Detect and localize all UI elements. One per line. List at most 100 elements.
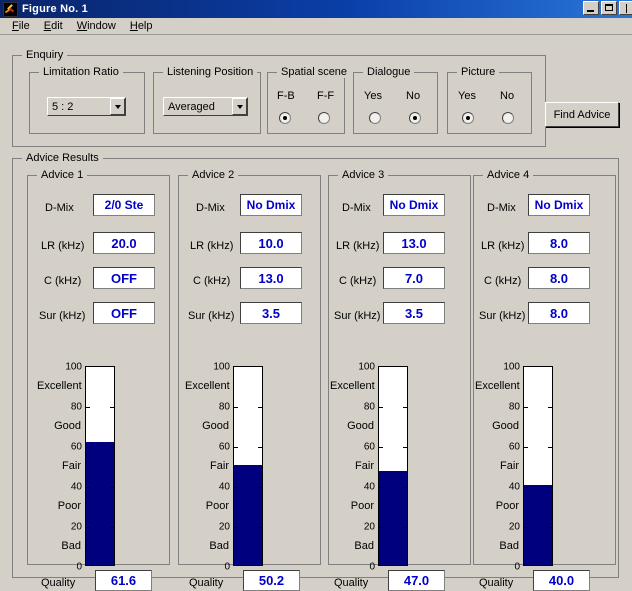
- quality-gauge-ytick-label: 20: [341, 522, 379, 533]
- advice-1-sur-value: OFF: [111, 306, 137, 321]
- quality-gauge-tick: [234, 447, 238, 448]
- window-controls: [583, 1, 632, 15]
- advice-4-lr-value: 8.0: [550, 236, 568, 251]
- enquiry-group-label: Enquiry: [22, 49, 67, 61]
- advice-2-sur-field[interactable]: 3.5: [240, 302, 302, 324]
- dialogue-radio-no[interactable]: [409, 112, 421, 124]
- advice-1-sur-field[interactable]: OFF: [93, 302, 155, 324]
- quality-gauge-bar: [524, 485, 552, 565]
- dialogue-label: Dialogue: [363, 66, 414, 78]
- advice-3-quality-value: 47.0: [404, 573, 429, 588]
- spatial-scene-group: Spatial scene: [267, 72, 345, 134]
- chevron-down-icon[interactable]: [110, 98, 125, 115]
- quality-gauge-bar: [234, 465, 262, 565]
- advice-3-lr-value: 13.0: [401, 236, 426, 251]
- advice-2-quality-field[interactable]: 50.2: [243, 570, 300, 591]
- advice-1-c-field[interactable]: OFF: [93, 267, 155, 289]
- advice-panel-2-label: Advice 2: [188, 169, 238, 181]
- limitation-ratio-dropdown[interactable]: 5 : 2: [47, 97, 126, 116]
- advice-4-sur-field[interactable]: 8.0: [528, 302, 590, 324]
- advice-3-c-field[interactable]: 7.0: [383, 267, 445, 289]
- advice-4-c-field[interactable]: 8.0: [528, 267, 590, 289]
- quality-gauge-tick: [524, 407, 528, 408]
- chevron-down-icon[interactable]: [232, 98, 247, 115]
- picture-radio-no[interactable]: [502, 112, 514, 124]
- menu-edit[interactable]: Edit: [37, 19, 70, 33]
- advice-2-c-field[interactable]: 13.0: [240, 267, 302, 289]
- advice-2-quality-value: 50.2: [259, 573, 284, 588]
- menu-bar: File Edit Window Help: [0, 18, 632, 35]
- menu-file[interactable]: File: [5, 19, 37, 33]
- quality-band-label: Fair: [185, 460, 229, 472]
- quality-gauge-tick: [110, 527, 114, 528]
- quality-gauge-tick: [379, 407, 383, 408]
- quality-gauge-ytick-label: 20: [196, 522, 234, 533]
- quality-gauge-tick: [403, 407, 407, 408]
- advice-3-sur-label: Sur (kHz): [334, 310, 380, 322]
- close-button[interactable]: [619, 1, 632, 15]
- advice-3-sur-value: 3.5: [405, 306, 423, 321]
- advice-4-dmix-field[interactable]: No Dmix: [528, 194, 590, 216]
- limitation-ratio-label: Limitation Ratio: [39, 66, 123, 78]
- advice-3-lr-field[interactable]: 13.0: [383, 232, 445, 254]
- advice-3-lr-label: LR (kHz): [336, 240, 379, 252]
- quality-gauge-ytick-label: 0: [486, 562, 524, 573]
- quality-gauge-ytick-label: 0: [48, 562, 86, 573]
- advice-1-lr-field[interactable]: 20.0: [93, 232, 155, 254]
- dialogue-group: Dialogue: [353, 72, 438, 134]
- advice-4-c-label: C (kHz): [484, 275, 521, 287]
- minimize-button[interactable]: [583, 1, 599, 15]
- quality-gauge-tick: [110, 407, 114, 408]
- spatial-scene-radio-ff[interactable]: [318, 112, 330, 124]
- quality-gauge-tick: [86, 487, 90, 488]
- picture-label: Picture: [457, 66, 499, 78]
- menu-file-label: ile: [19, 20, 30, 32]
- advice-3-dmix-field[interactable]: No Dmix: [383, 194, 445, 216]
- quality-gauge-ytick-label: 0: [196, 562, 234, 573]
- maximize-button[interactable]: [601, 1, 617, 15]
- quality-gauge-tick: [258, 447, 262, 448]
- quality-gauge-tick: [548, 487, 552, 488]
- advice-4-quality-field[interactable]: 40.0: [533, 570, 590, 591]
- advice-2-quality-label: Quality: [189, 577, 223, 589]
- menu-window[interactable]: Window: [70, 19, 123, 33]
- advice-4-lr-field[interactable]: 8.0: [528, 232, 590, 254]
- quality-gauge-ytick-label: 100: [48, 362, 86, 373]
- spatial-scene-radio-fb[interactable]: [279, 112, 291, 124]
- advice-results-label: Advice Results: [22, 152, 103, 164]
- quality-band-label: Excellent: [37, 380, 81, 392]
- picture-radio-yes[interactable]: [462, 112, 474, 124]
- advice-3-quality-gauge: 020406080100BadPoorFairGoodExcellent: [330, 366, 460, 568]
- listening-position-label: Listening Position: [163, 66, 257, 78]
- advice-3-quality-field[interactable]: 47.0: [388, 570, 445, 591]
- advice-1-quality-gauge: 020406080100BadPoorFairGoodExcellent: [37, 366, 167, 568]
- advice-1-lr-value: 20.0: [111, 236, 136, 251]
- advice-1-quality-field[interactable]: 61.6: [95, 570, 152, 591]
- find-advice-button[interactable]: Find Advice: [545, 102, 619, 127]
- quality-band-label: Poor: [330, 500, 374, 512]
- advice-2-c-value: 13.0: [258, 271, 283, 286]
- quality-gauge-ytick-label: 100: [341, 362, 379, 373]
- quality-band-label: Excellent: [185, 380, 229, 392]
- advice-2-dmix-field[interactable]: No Dmix: [240, 194, 302, 216]
- advice-panel-4-label: Advice 4: [483, 169, 533, 181]
- advice-2-lr-field[interactable]: 10.0: [240, 232, 302, 254]
- quality-gauge-ytick-label: 100: [196, 362, 234, 373]
- quality-gauge-ytick-label: 60: [486, 442, 524, 453]
- advice-1-dmix-label: D-Mix: [45, 202, 74, 214]
- listening-position-dropdown[interactable]: Averaged: [163, 97, 248, 116]
- quality-gauge-ytick-label: 40: [48, 482, 86, 493]
- advice-3-sur-field[interactable]: 3.5: [383, 302, 445, 324]
- quality-gauge-bar: [379, 471, 407, 565]
- picture-option-1-label: No: [500, 90, 514, 102]
- menu-help[interactable]: Help: [123, 19, 160, 33]
- picture-option-0-label: Yes: [458, 90, 476, 102]
- dialogue-radio-yes[interactable]: [369, 112, 381, 124]
- quality-gauge-bar: [86, 442, 114, 565]
- quality-gauge-ytick-label: 100: [486, 362, 524, 373]
- quality-gauge-ytick-label: 40: [486, 482, 524, 493]
- quality-band-label: Poor: [37, 500, 81, 512]
- quality-gauge-tick: [234, 487, 238, 488]
- advice-1-dmix-field[interactable]: 2/0 Ste: [93, 194, 155, 216]
- advice-4-dmix-label: D-Mix: [487, 202, 516, 214]
